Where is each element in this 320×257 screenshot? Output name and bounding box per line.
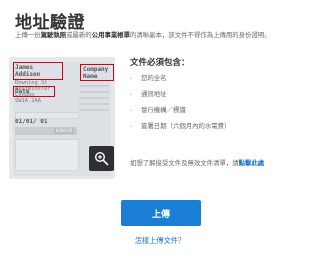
doc-total-pill: ₤000.00	[54, 128, 74, 134]
requirement-item: - 通訊地址	[130, 90, 167, 98]
click-here-link[interactable]: 點擊此處	[239, 159, 265, 167]
intro-suffix: 的清晰副本，該文件不得作為上傳用的身份證明。	[130, 31, 271, 39]
doc-row	[15, 112, 79, 119]
doc-line	[79, 97, 109, 99]
company-highlight-box	[80, 64, 114, 81]
intro-bold-drivers-license: 駕駛執照	[40, 31, 67, 39]
requirement-text: 簽署日期（六個月內的水電費）	[141, 122, 231, 130]
zoom-in-icon	[94, 151, 109, 166]
how-to-upload-link[interactable]: 怎樣上傳文件？	[0, 236, 320, 246]
requirement-item: - 發行機構／標識	[130, 106, 186, 114]
upload-button[interactable]: 上傳	[121, 200, 201, 226]
intro-middle: 或最新的	[66, 31, 92, 39]
requirements-title: 文件必須包含：	[130, 58, 190, 68]
requirement-item: - 簽署日期（六個月內的水電費）	[130, 122, 231, 130]
doc-box	[15, 139, 79, 171]
doc-line	[79, 91, 109, 93]
requirement-text: 發行機構／標識	[141, 106, 186, 114]
doc-line	[79, 103, 109, 105]
name-highlight-box	[13, 62, 63, 80]
intro-bold-utility-bill: 公用事業帳單	[91, 31, 131, 39]
requirement-text: 通訊地址	[141, 90, 167, 98]
requirement-item: - 您的全名	[130, 74, 167, 82]
page-title: 地址驗證	[15, 13, 85, 33]
intro-prefix: 上傳一份	[15, 31, 41, 39]
accepted-documents-text: 如想了解接受文件及無效文件清單，請	[130, 159, 239, 167]
intro-text: 上傳一份駕駛執照或最新的公用事業帳單的清晰副本，該文件不得作為上傳用的身份證明。	[15, 31, 310, 40]
zoom-button[interactable]	[89, 146, 114, 171]
doc-line	[79, 85, 109, 87]
requirement-text: 您的全名	[141, 74, 167, 82]
sample-address-line: SW1A 2AA	[15, 98, 41, 104]
sample-date-value: 01/01/ 01	[15, 118, 48, 125]
date-highlight-box	[13, 86, 55, 97]
doc-line	[79, 109, 109, 111]
accepted-documents-note: 如想了解接受文件及無效文件清單，請點擊此處	[130, 158, 264, 167]
